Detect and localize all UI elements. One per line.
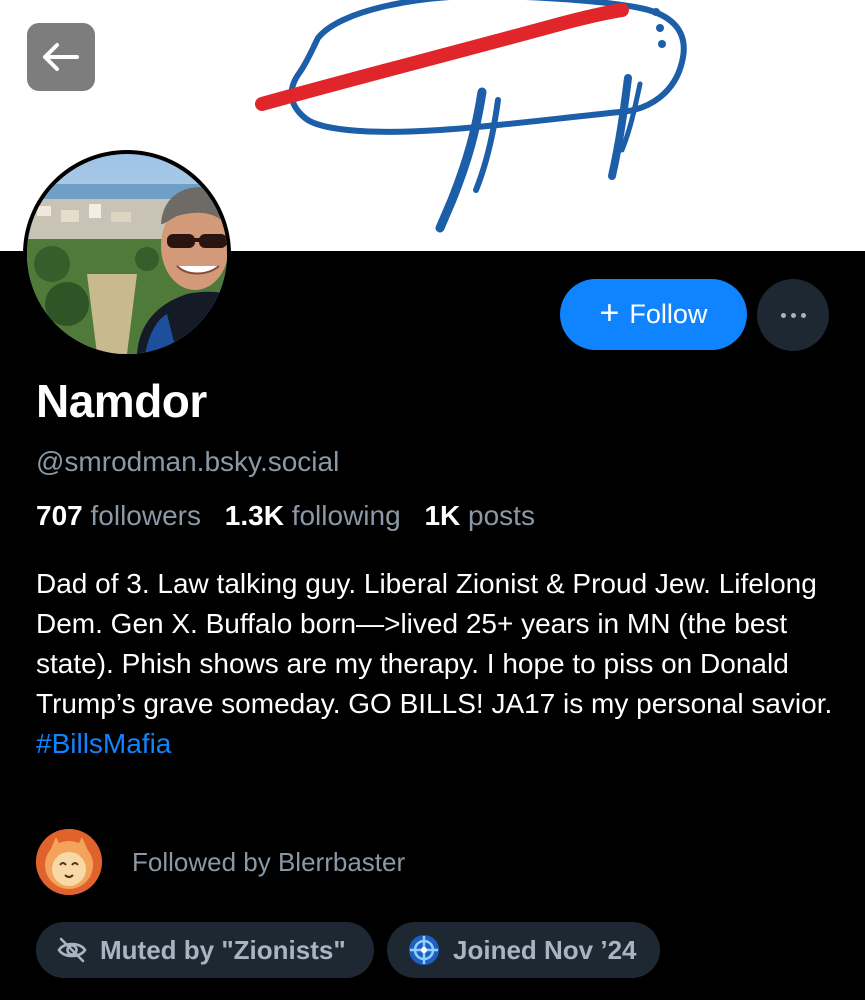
arrow-left-icon bbox=[43, 43, 79, 71]
joined-badge: Joined Nov ’24 bbox=[387, 922, 660, 978]
back-button[interactable] bbox=[27, 23, 95, 91]
follow-label: Follow bbox=[629, 299, 708, 329]
eye-slash-icon bbox=[57, 937, 87, 963]
muted-by-list-badge[interactable]: Muted by "Zionists" bbox=[36, 922, 374, 978]
follow-button[interactable]: + Follow bbox=[560, 279, 747, 350]
follower-avatar bbox=[36, 829, 102, 895]
avatar-photo bbox=[27, 154, 227, 354]
profile-stats: 707 followers 1.3K following 1K posts bbox=[36, 500, 551, 532]
posts-count: 1K bbox=[424, 500, 461, 531]
hashtag-link[interactable]: #BillsMafia bbox=[36, 724, 836, 764]
bio-text: Dad of 3. Law talking guy. Liberal Zioni… bbox=[36, 568, 833, 719]
profile-page: + Follow Namdor @smrodman.bsky.social 70… bbox=[0, 0, 865, 1000]
ellipsis-icon bbox=[780, 312, 806, 318]
cat-avatar-icon bbox=[36, 829, 102, 895]
followers-label: followers bbox=[90, 500, 201, 531]
more-options-button[interactable] bbox=[757, 279, 829, 351]
profile-bio: Dad of 3. Law talking guy. Liberal Zioni… bbox=[36, 564, 836, 764]
followers-count: 707 bbox=[36, 500, 83, 531]
new-user-icon bbox=[409, 935, 439, 965]
posts-label: posts bbox=[468, 500, 535, 531]
handle: @smrodman.bsky.social bbox=[36, 446, 340, 477]
avatar[interactable] bbox=[23, 150, 231, 358]
plus-icon: + bbox=[599, 294, 620, 332]
followed-by-text: Followed by Blerrbaster bbox=[132, 846, 406, 877]
display-name: Namdor bbox=[36, 375, 207, 427]
posts-stat: 1K posts bbox=[424, 500, 535, 531]
followers-link[interactable]: 707 followers bbox=[36, 500, 201, 531]
following-label: following bbox=[291, 500, 401, 531]
joined-label: Joined Nov ’24 bbox=[453, 934, 637, 965]
muted-label: Muted by "Zionists" bbox=[100, 934, 346, 965]
following-link[interactable]: 1.3K following bbox=[225, 500, 401, 531]
following-count: 1.3K bbox=[224, 500, 284, 531]
followed-by-row[interactable]: Followed by Blerrbaster bbox=[36, 829, 405, 895]
